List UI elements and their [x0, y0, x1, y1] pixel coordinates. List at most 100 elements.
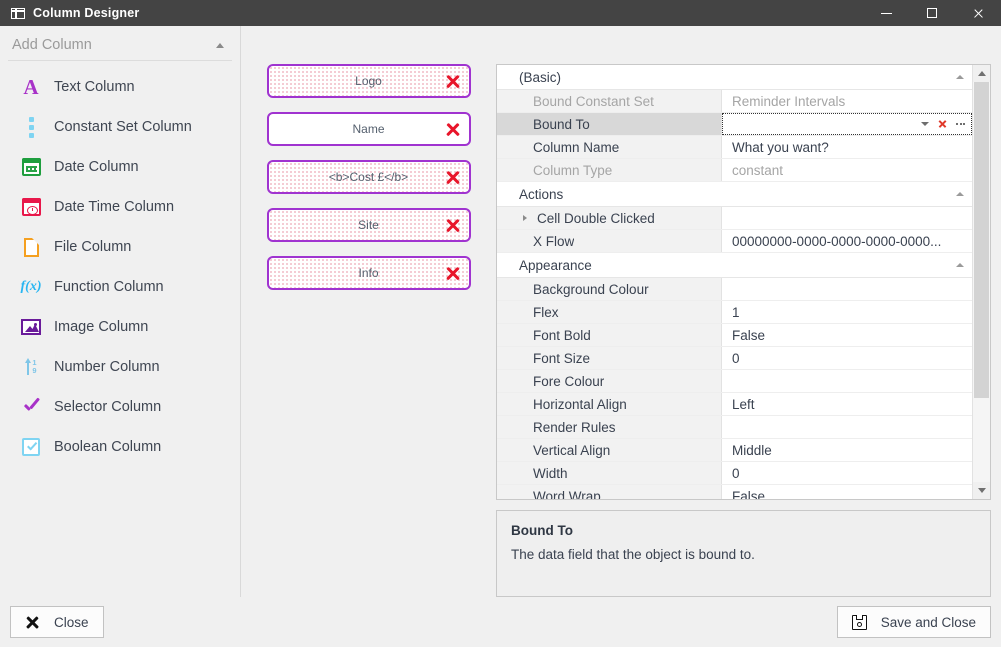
- sidebar-item-constant-set-column[interactable]: Constant Set Column: [0, 107, 240, 147]
- close-button[interactable]: Close: [10, 606, 104, 638]
- minimize-button[interactable]: [863, 0, 909, 26]
- property-value-cell[interactable]: [722, 370, 972, 392]
- scroll-down-arrow-icon[interactable]: [973, 482, 990, 500]
- property-row[interactable]: Bound To: [497, 113, 972, 136]
- property-value-cell[interactable]: 00000000-0000-0000-0000-0000...: [722, 230, 972, 252]
- property-row[interactable]: Bound Constant Set Reminder Intervals: [497, 90, 972, 113]
- close-button-label: Close: [54, 614, 89, 630]
- expand-triangle-icon[interactable]: [523, 215, 533, 221]
- property-category-header[interactable]: Appearance: [497, 253, 972, 278]
- property-name-cell: Bound Constant Set: [497, 90, 722, 112]
- red-x-icon[interactable]: [938, 120, 947, 129]
- property-name-label: Column Type: [533, 162, 613, 178]
- property-value-cell[interactable]: constant: [722, 159, 972, 181]
- add-column-header[interactable]: Add Column: [8, 30, 232, 61]
- close-window-button[interactable]: [955, 0, 1001, 26]
- close-icon: [973, 8, 984, 19]
- property-row[interactable]: Cell Double Clicked: [497, 207, 972, 230]
- property-name-label: Word Wrap: [533, 488, 601, 500]
- property-value-text: 1: [732, 304, 740, 320]
- scroll-up-arrow-icon[interactable]: [973, 65, 990, 82]
- sidebar-item-image-column[interactable]: Image Column: [0, 307, 240, 347]
- property-row[interactable]: Fore Colour: [497, 370, 972, 393]
- column-button[interactable]: Logo: [266, 64, 471, 98]
- column-button-label: <b>Cost £</b>: [328, 170, 409, 184]
- maximize-icon: [927, 8, 937, 18]
- sidebar-item-selector-column[interactable]: Selector Column: [0, 387, 240, 427]
- ellipsis-icon[interactable]: [956, 123, 965, 125]
- chevron-up-icon[interactable]: [956, 263, 964, 267]
- property-row[interactable]: Font Size 0: [497, 347, 972, 370]
- red-x-icon[interactable]: [445, 169, 461, 185]
- chevron-up-icon[interactable]: [216, 42, 224, 48]
- column-button[interactable]: Site: [266, 208, 471, 242]
- property-value-cell[interactable]: [722, 278, 972, 300]
- chevron-down-icon[interactable]: [921, 122, 929, 126]
- red-x-icon[interactable]: [445, 73, 461, 89]
- property-value-cell[interactable]: 0: [722, 462, 972, 484]
- property-value-cell[interactable]: Middle: [722, 439, 972, 461]
- floppy-disk-icon: [851, 614, 867, 630]
- property-name-label: Bound Constant Set: [533, 93, 654, 109]
- scrollbar-thumb[interactable]: [974, 82, 989, 399]
- column-button[interactable]: Name: [266, 112, 471, 146]
- column-button[interactable]: Info: [266, 256, 471, 290]
- property-row[interactable]: X Flow 00000000-0000-0000-0000-0000...: [497, 230, 972, 253]
- title-bar: Column Designer: [0, 0, 1001, 26]
- scrollbar-track[interactable]: [973, 82, 990, 483]
- property-row[interactable]: Render Rules: [497, 416, 972, 439]
- image-icon: [18, 314, 44, 340]
- property-row[interactable]: Horizontal Align Left: [497, 393, 972, 416]
- property-row[interactable]: Width 0: [497, 462, 972, 485]
- sidebar-item-number-column[interactable]: 1 9 Number Column: [0, 347, 240, 387]
- property-name-label: Flex: [533, 304, 559, 320]
- save-and-close-button[interactable]: Save and Close: [836, 606, 991, 638]
- property-row[interactable]: Column Name What you want?: [497, 136, 972, 159]
- property-value-cell[interactable]: What you want?: [722, 136, 972, 158]
- red-x-icon[interactable]: [445, 217, 461, 233]
- sidebar-item-file-column[interactable]: File Column: [0, 227, 240, 267]
- property-value-editor[interactable]: [722, 113, 972, 135]
- property-value-cell[interactable]: 0: [722, 347, 972, 369]
- add-column-title: Add Column: [12, 37, 92, 53]
- property-name-cell: Bound To: [497, 113, 722, 135]
- sidebar-item-label: Constant Set Column: [54, 119, 192, 135]
- property-value-cell[interactable]: 1: [722, 301, 972, 323]
- column-button-label: Name: [352, 122, 385, 136]
- property-name-label: Vertical Align: [533, 442, 611, 458]
- chevron-up-icon[interactable]: [956, 192, 964, 196]
- property-row[interactable]: Flex 1: [497, 301, 972, 324]
- chevron-up-icon[interactable]: [956, 75, 964, 79]
- sidebar-item-text-column[interactable]: A Text Column: [0, 67, 240, 107]
- property-value-cell[interactable]: Reminder Intervals: [722, 90, 972, 112]
- sidebar-item-function-column[interactable]: f(x) Function Column: [0, 267, 240, 307]
- sidebar-item-date-column[interactable]: Date Column: [0, 147, 240, 187]
- property-row[interactable]: Word Wrap False: [497, 485, 972, 500]
- property-value-text: 0: [732, 350, 740, 366]
- property-value-text: 00000000-0000-0000-0000-0000...: [732, 233, 942, 249]
- red-x-icon[interactable]: [445, 121, 461, 137]
- property-row[interactable]: Vertical Align Middle: [497, 439, 972, 462]
- maximize-button[interactable]: [909, 0, 955, 26]
- property-category-header[interactable]: Actions: [497, 182, 972, 207]
- property-value-cell[interactable]: [722, 207, 972, 229]
- sidebar-item-label: Date Time Column: [54, 199, 175, 215]
- property-value-cell[interactable]: False: [722, 324, 972, 346]
- property-value-text: What you want?: [732, 139, 829, 155]
- column-button[interactable]: <b>Cost £</b>: [266, 160, 471, 194]
- property-name-cell: Cell Double Clicked: [497, 207, 722, 229]
- property-grid-scrollbar[interactable]: [972, 65, 990, 500]
- property-name-cell: Width: [497, 462, 722, 484]
- window-title: Column Designer: [33, 6, 140, 20]
- property-row[interactable]: Column Type constant: [497, 159, 972, 182]
- property-row[interactable]: Background Colour: [497, 278, 972, 301]
- sidebar-item-date-time-column[interactable]: Date Time Column: [0, 187, 240, 227]
- red-x-icon[interactable]: [445, 265, 461, 281]
- sidebar-item-boolean-column[interactable]: Boolean Column: [0, 427, 240, 467]
- property-value-cell[interactable]: False: [722, 485, 972, 500]
- calendar-icon: [18, 154, 44, 180]
- property-value-cell[interactable]: [722, 416, 972, 438]
- property-category-header[interactable]: (Basic): [497, 65, 972, 90]
- property-value-cell[interactable]: Left: [722, 393, 972, 415]
- property-row[interactable]: Font Bold False: [497, 324, 972, 347]
